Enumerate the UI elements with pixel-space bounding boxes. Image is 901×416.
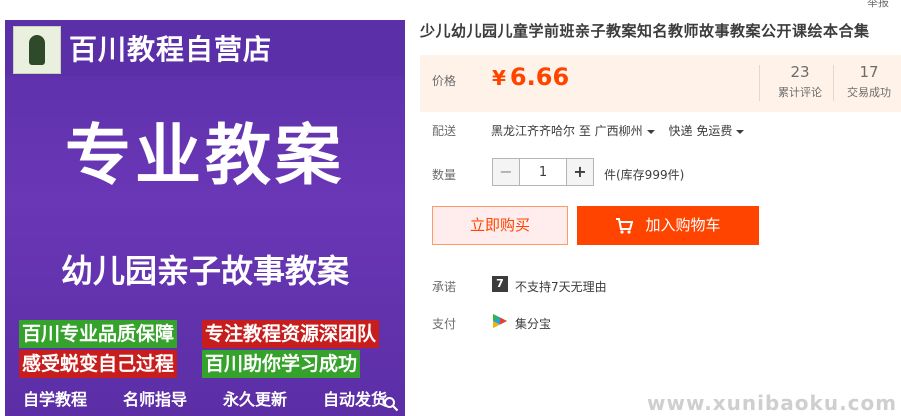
promise-text: 不支持7天无理由	[515, 280, 607, 294]
reviews-count: 23	[790, 63, 810, 81]
price-amount: 6.66	[509, 63, 570, 91]
sales-label: 交易成功	[847, 86, 891, 99]
divider	[759, 65, 760, 101]
currency-symbol: ¥	[492, 66, 506, 90]
delivery-from: 黑龙江齐齐哈尔 至	[491, 124, 591, 138]
decrement-button[interactable]: −	[493, 159, 520, 185]
reviews-label: 累计评论	[778, 86, 822, 99]
shop-name: 百川教程自营店	[69, 33, 273, 66]
payment-label: 支付	[432, 317, 457, 331]
delivery-row: 黑龙江齐齐哈尔 至 广西柳州 快递 免运费	[491, 122, 754, 139]
sales-count: 17	[859, 63, 879, 81]
increment-button[interactable]: +	[566, 159, 593, 185]
quantity-stepper: − +	[492, 158, 594, 186]
seven-days-icon: 7	[492, 276, 508, 292]
image-subtitle: 幼儿园亲子故事教案	[60, 252, 349, 290]
feature-badge: 百川专业品质保障	[19, 320, 178, 348]
cart-icon	[616, 217, 634, 234]
product-image[interactable]: 百川教程自营店 专业教案 幼儿园亲子故事教案 百川专业品质保障 专注教程资源深团…	[5, 20, 405, 416]
service-item: 自学教程	[22, 390, 87, 409]
chevron-down-icon	[736, 129, 745, 134]
destination-label: 广西柳州	[594, 124, 643, 138]
quantity-input[interactable]	[520, 159, 566, 185]
service-item: 永久更新	[222, 390, 287, 409]
chevron-down-icon	[646, 129, 655, 134]
reviews-stat[interactable]: 23 累计评论	[765, 63, 835, 100]
feature-badge: 感受蜕变自己过程	[19, 350, 178, 378]
delivery-label: 配送	[432, 124, 457, 138]
service-item: 自动发货	[322, 390, 387, 409]
quantity-label: 数量	[432, 168, 457, 182]
method-label: 快递 免运费	[668, 124, 733, 138]
product-title: 少儿幼儿园儿童学前班亲子教案知名教师故事教案公开课绘本合集	[420, 22, 870, 40]
buy-now-button[interactable]: 立即购买	[432, 206, 568, 245]
price-label: 价格	[432, 74, 457, 88]
watermark: www.xunibaoku.com	[647, 391, 898, 415]
payment-text: 集分宝	[515, 317, 552, 331]
service-item: 名师指导	[122, 390, 187, 409]
add-cart-label: 加入购物车	[645, 216, 721, 234]
shop-logo	[13, 26, 61, 74]
feature-badge: 专注教程资源深团队	[202, 320, 380, 348]
stock-text: 件(库存999件)	[604, 168, 685, 182]
image-headline: 专业教案	[65, 117, 345, 194]
service-bar: 自学教程 名师指导 永久更新 自动发货	[5, 380, 405, 416]
delivery-method[interactable]: 快递 免运费	[669, 124, 755, 138]
search-icon[interactable]	[383, 396, 399, 412]
jifenbao-icon	[493, 314, 507, 328]
feature-badge: 百川助你学习成功	[202, 350, 361, 378]
add-to-cart-button[interactable]: 加入购物车	[577, 206, 759, 245]
report-link[interactable]: 举报	[867, 0, 889, 10]
price-panel: 价格 ¥6.66 23 累计评论 17 交易成功	[420, 55, 901, 112]
promise-label: 承诺	[432, 280, 457, 294]
sales-stat: 17 交易成功	[834, 63, 901, 100]
price-value: ¥6.66	[492, 63, 569, 91]
delivery-destination[interactable]: 广西柳州	[595, 124, 665, 138]
shop-banner: 百川教程自营店	[5, 20, 405, 76]
